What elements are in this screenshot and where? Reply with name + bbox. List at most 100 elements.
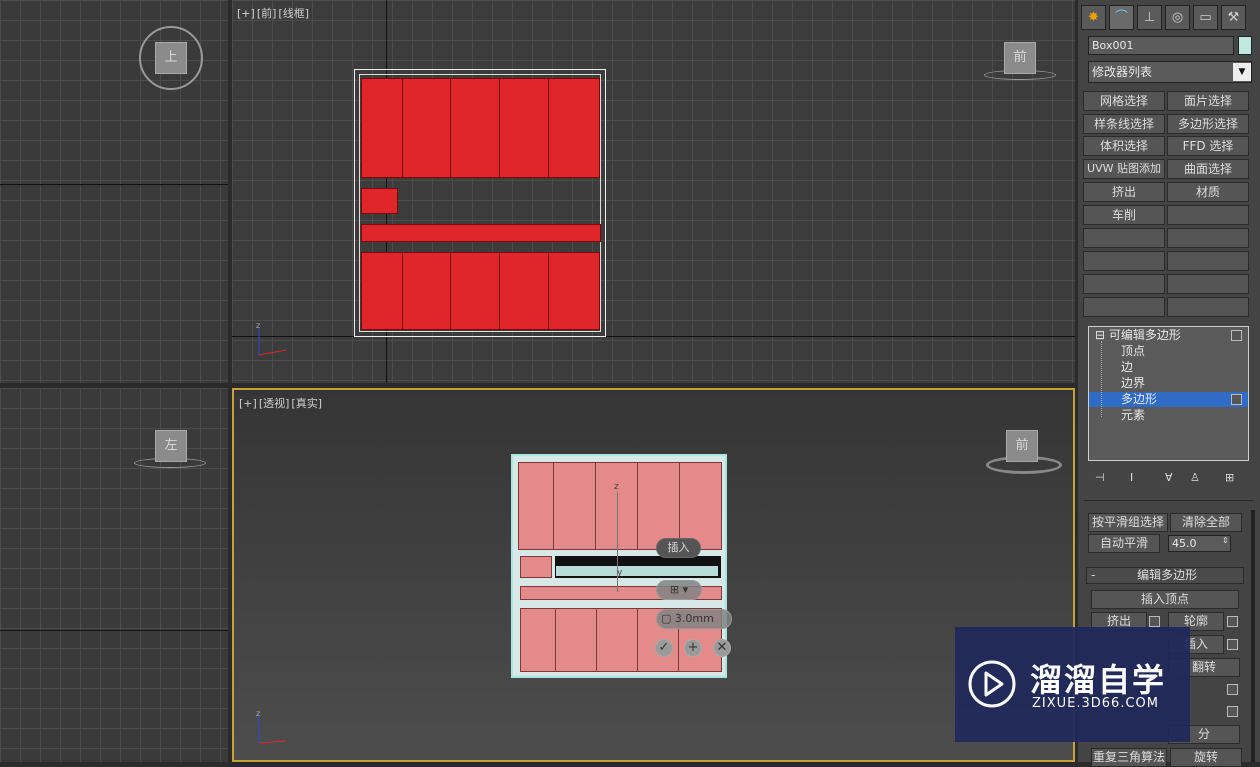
spinner-arrows-icon[interactable]: ⇕	[1222, 536, 1229, 545]
mode-dropdown-icon: ⊞ ▾	[669, 583, 689, 596]
lathe-modifier-button[interactable]: 车削	[1083, 205, 1165, 225]
polygon[interactable]	[518, 462, 554, 550]
polygon[interactable]	[555, 608, 597, 672]
panel-scrollbar[interactable]	[1251, 510, 1255, 762]
polygon[interactable]	[361, 252, 403, 330]
polygon[interactable]	[637, 462, 680, 550]
viewport-left[interactable]: 左	[0, 388, 228, 762]
polygon[interactable]	[361, 224, 601, 242]
ok-icon[interactable]: ✓	[655, 639, 673, 657]
object-color-swatch[interactable]	[1238, 36, 1252, 55]
empty-modifier-slot[interactable]	[1167, 251, 1249, 271]
stack-root-editable-poly[interactable]: ⊟ 可编辑多边形	[1089, 328, 1248, 343]
outline-settings-icon[interactable]	[1227, 616, 1238, 627]
auto-smooth-button[interactable]: 自动平滑	[1088, 534, 1160, 553]
modifier-stack[interactable]: ⊟ 可编辑多边形 顶点 边 边界 多边形 元素	[1088, 326, 1249, 461]
empty-modifier-slot[interactable]	[1167, 274, 1249, 294]
navcube-left[interactable]: 左	[155, 430, 187, 462]
polygon[interactable]	[499, 78, 549, 178]
viewport-top[interactable]: 上	[0, 0, 228, 383]
navcube-perspective[interactable]: 前	[1006, 430, 1038, 462]
vol-select-button[interactable]: 体积选择	[1083, 136, 1165, 156]
modifier-list-dropdown[interactable]: 修改器列表 ▼	[1088, 61, 1252, 83]
polygon[interactable]	[402, 252, 451, 330]
clear-all-button[interactable]: 清除全部	[1170, 513, 1242, 532]
poly-select-button[interactable]: 多边形选择	[1167, 114, 1249, 134]
stack-light-icon[interactable]	[1231, 394, 1242, 405]
hierarchy-tab-icon[interactable]: ⊥	[1137, 5, 1162, 30]
polygon[interactable]	[679, 462, 722, 550]
apply-icon[interactable]: +	[684, 639, 702, 657]
model-front-wireframe[interactable]	[354, 69, 606, 337]
select-by-smoothing-button[interactable]: 按平滑组选择	[1088, 513, 1168, 532]
remove-modifier-icon[interactable]: ♙	[1190, 471, 1204, 485]
polygon[interactable]	[499, 252, 549, 330]
bevel-settings-icon[interactable]	[1227, 684, 1238, 695]
turn-button[interactable]: 旋转	[1170, 748, 1242, 767]
motion-tab-icon[interactable]: ◎	[1165, 5, 1190, 30]
polygon[interactable]	[596, 608, 638, 672]
polygon[interactable]	[548, 252, 600, 330]
stack-light-icon[interactable]	[1231, 330, 1242, 341]
axis-tripod-icon: z	[256, 321, 287, 356]
polygon[interactable]	[361, 78, 403, 178]
empty-modifier-slot[interactable]	[1083, 274, 1165, 294]
stack-item-vertex[interactable]: 顶点	[1089, 344, 1248, 359]
polygon[interactable]	[553, 462, 596, 550]
polygon[interactable]	[520, 608, 556, 672]
axis-tripod-icon: z	[256, 709, 287, 744]
play-logo-icon	[968, 660, 1016, 708]
empty-modifier-slot[interactable]	[1167, 205, 1249, 225]
pin-stack-icon[interactable]: ⊣	[1095, 471, 1109, 485]
polygon[interactable]	[361, 188, 398, 214]
create-tab-icon[interactable]: ✸	[1081, 5, 1106, 30]
make-unique-icon[interactable]: ∀	[1165, 471, 1179, 485]
empty-modifier-slot[interactable]	[1083, 251, 1165, 271]
navcube-front[interactable]: 前	[1004, 42, 1036, 74]
grid-axis	[0, 630, 228, 631]
modify-tab-icon[interactable]: ⌒	[1109, 5, 1134, 30]
hinge-settings-icon[interactable]	[1227, 706, 1238, 717]
mesh-select-button[interactable]: 网格选择	[1083, 91, 1165, 111]
stack-item-polygon[interactable]: 多边形	[1089, 392, 1248, 407]
polygon[interactable]	[450, 252, 500, 330]
configure-sets-icon[interactable]: ⊞	[1225, 471, 1239, 485]
viewport-front-label[interactable]: [+] [前] [线框]	[237, 5, 311, 21]
show-end-result-icon[interactable]: Ⅰ	[1130, 471, 1144, 485]
stack-item-element[interactable]: 元素	[1089, 408, 1248, 423]
display-tab-icon[interactable]: ▭	[1193, 5, 1218, 30]
inset-settings-icon[interactable]	[1227, 639, 1238, 650]
navcube-top[interactable]: 上	[155, 42, 187, 74]
empty-modifier-slot[interactable]	[1167, 297, 1249, 317]
stack-item-border[interactable]: 边界	[1089, 376, 1248, 391]
viewport-perspective-label[interactable]: [+] [透视] [真实]	[239, 395, 324, 411]
extrude-modifier-button[interactable]: 挤出	[1083, 182, 1165, 202]
edit-polygons-rollout-header[interactable]: - 编辑多边形	[1086, 567, 1244, 584]
inset-polygon-selected[interactable]	[555, 556, 721, 578]
caddy-mode-dropdown[interactable]: ⊞ ▾	[656, 580, 702, 600]
caddy-amount-field[interactable]: ▢ 3.0mm	[656, 609, 732, 629]
empty-modifier-slot[interactable]	[1083, 297, 1165, 317]
ffd-select-button[interactable]: FFD 选择	[1167, 136, 1249, 156]
empty-modifier-slot[interactable]	[1083, 228, 1165, 248]
watermark-brand: 溜溜自学	[1030, 661, 1167, 699]
polygon[interactable]	[402, 78, 451, 178]
polygon[interactable]	[548, 78, 600, 178]
polygon[interactable]	[450, 78, 500, 178]
insert-vertex-button[interactable]: 插入顶点	[1091, 590, 1239, 609]
patch-select-button[interactable]: 面片选择	[1167, 91, 1249, 111]
utilities-tab-icon[interactable]: ⚒	[1221, 5, 1246, 30]
object-name-input[interactable]: Box001	[1088, 36, 1234, 55]
watermark-logo: 溜溜自学 ZIXUE.3D66.COM	[955, 627, 1190, 742]
stack-item-edge[interactable]: 边	[1089, 360, 1248, 375]
empty-modifier-slot[interactable]	[1167, 228, 1249, 248]
cancel-icon[interactable]: ✕	[713, 639, 731, 657]
stack-tree-line	[1101, 341, 1103, 417]
surface-select-button[interactable]: 曲面选择	[1167, 159, 1249, 179]
uvw-map-add-button[interactable]: UVW 贴图添加	[1083, 159, 1165, 179]
material-modifier-button[interactable]: 材质	[1167, 182, 1249, 202]
spline-select-button[interactable]: 样条线选择	[1083, 114, 1165, 134]
extrude-settings-icon[interactable]	[1149, 616, 1160, 627]
polygon[interactable]	[520, 556, 552, 578]
retriangulate-button[interactable]: 重复三角算法	[1091, 748, 1167, 767]
